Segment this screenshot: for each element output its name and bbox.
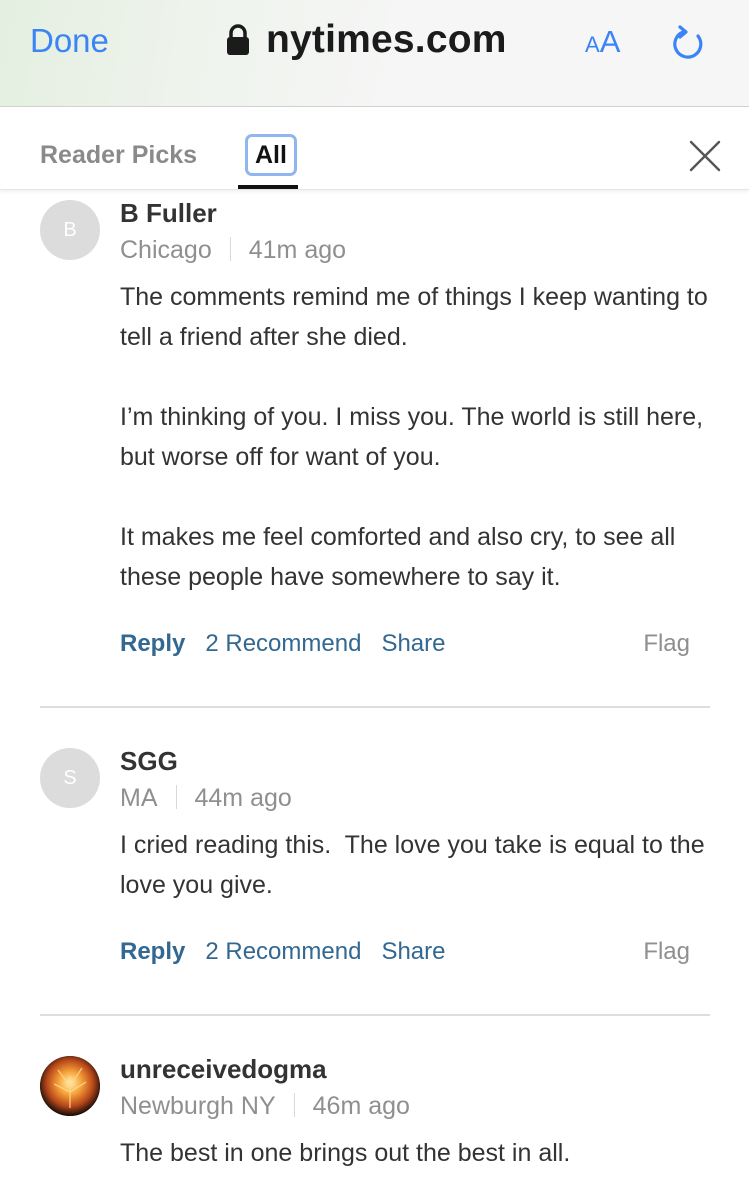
browser-toolbar: Done nytimes.com AA (0, 0, 749, 107)
comment-body: The best in one brings out the best in a… (120, 1133, 710, 1173)
flag-button[interactable]: Flag (643, 938, 690, 966)
commenter-location: MA (120, 784, 158, 812)
avatar: B (40, 200, 100, 260)
meta-divider (175, 785, 177, 809)
text-size-big-label: A (599, 24, 621, 59)
url-display[interactable]: nytimes.com (266, 18, 507, 62)
meta-divider (229, 237, 231, 261)
avatar: S (40, 748, 100, 808)
comment-time: 46m ago (312, 1092, 410, 1120)
comment-actions: Reply 2 Recommend Share Flag (120, 938, 690, 966)
commenter-name[interactable]: unreceivedogma (120, 1054, 327, 1085)
tab-reader-picks[interactable]: Reader Picks (40, 141, 197, 170)
meta-divider (293, 1093, 295, 1117)
comment-body: I cried reading this. The love you take … (120, 825, 710, 905)
tab-all[interactable]: All (245, 134, 297, 176)
commenter-location: Chicago (120, 236, 212, 264)
text-size-small-label: A (585, 32, 600, 57)
reply-button[interactable]: Reply (120, 938, 185, 965)
comment-item: unreceivedogma Newburgh NY 46m ago The be… (40, 1054, 710, 1185)
commenter-location: Newburgh NY (120, 1092, 276, 1120)
recommend-button[interactable]: 2 Recommend (205, 630, 361, 657)
comment-item: S SGG MA 44m ago I cried reading this. Th… (40, 746, 710, 976)
text-size-button[interactable]: AA (585, 24, 620, 60)
comment-paragraph: The comments remind me of things I keep … (120, 283, 708, 351)
comment-paragraph: The best in one brings out the best in a… (120, 1139, 571, 1167)
commenter-name[interactable]: B Fuller (120, 198, 217, 229)
recommend-button[interactable]: 2 Recommend (205, 938, 361, 965)
reply-button[interactable]: Reply (120, 630, 185, 657)
comment-item: B B Fuller Chicago 41m ago The comments r… (40, 198, 710, 668)
commenter-name[interactable]: SGG (120, 746, 178, 777)
comment-divider (40, 706, 710, 708)
comments-tab-bar: Reader Picks All (0, 107, 749, 190)
reload-icon[interactable] (671, 24, 707, 62)
comment-actions: Reply 2 Recommend Share Flag (120, 630, 690, 658)
comment-divider (40, 1014, 710, 1016)
comment-body: The comments remind me of things I keep … (120, 277, 710, 597)
share-button[interactable]: Share (381, 630, 445, 657)
comment-paragraph: I’m thinking of you. I miss you. The wor… (120, 403, 704, 471)
active-tab-indicator (238, 185, 298, 189)
share-button[interactable]: Share (381, 938, 445, 965)
comment-paragraph: It makes me feel comforted and also cry,… (120, 523, 676, 591)
comment-meta: Newburgh NY 46m ago (120, 1092, 410, 1121)
comment-paragraph: I cried reading this. The love you take … (120, 831, 712, 899)
avatar (40, 1056, 100, 1116)
done-button[interactable]: Done (30, 22, 109, 60)
comment-meta: MA 44m ago (120, 784, 292, 813)
lock-icon (227, 24, 249, 55)
flag-button[interactable]: Flag (643, 630, 690, 658)
comment-time: 44m ago (194, 784, 292, 812)
close-icon[interactable] (688, 139, 722, 173)
comment-meta: Chicago 41m ago (120, 236, 346, 265)
comment-time: 41m ago (248, 236, 347, 264)
